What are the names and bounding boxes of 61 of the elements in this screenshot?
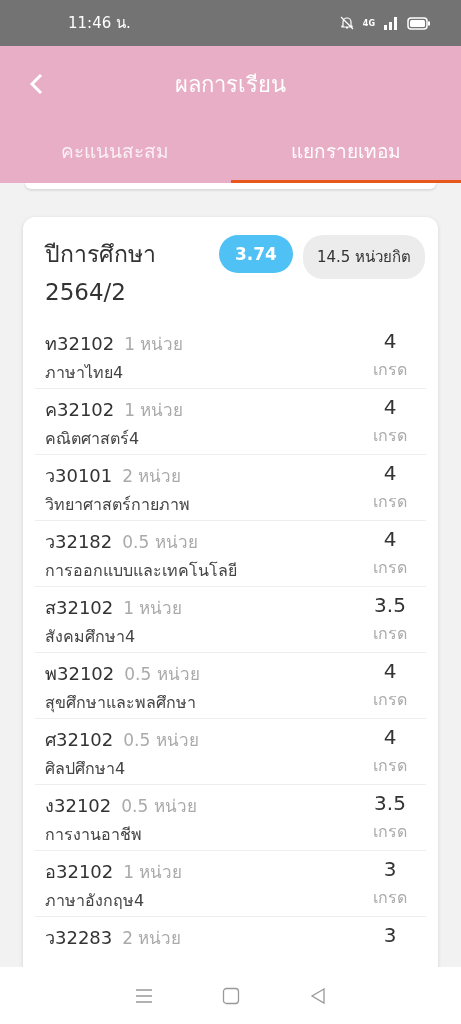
course-units: 0.5 หน่วย: [124, 663, 200, 686]
course-grade: 4: [383, 659, 397, 683]
course-name: สังคมศึกษา4: [45, 626, 137, 648]
course-code: ค32102: [45, 398, 115, 422]
grade-label: เกรด: [373, 425, 407, 447]
status-time: 11:46 น.: [68, 13, 131, 34]
course-units: 1 หน่วย: [123, 597, 183, 620]
course-units: 2 หน่วย: [122, 465, 182, 488]
course-grade: 4: [383, 395, 397, 419]
course-code: ว30101: [45, 464, 113, 488]
course-grade: 3.5: [374, 791, 406, 815]
grade-label: เกรด: [373, 887, 407, 909]
course-code: ท32102: [45, 332, 115, 356]
course-grade: 4: [383, 329, 397, 353]
course-code: พ32102: [45, 662, 115, 686]
grade-label: เกรด: [373, 359, 407, 381]
course-code: ว32283: [45, 926, 113, 950]
course-grade: 4: [383, 461, 397, 485]
back-triangle-icon[interactable]: [310, 986, 327, 1005]
course-name: คณิตศาสตร์4: [45, 428, 141, 450]
course-name: ศิลปศึกษา4: [45, 758, 127, 780]
semester-title: ปีการศึกษา 2564/2: [45, 240, 157, 307]
course-units: 2 หน่วย: [122, 927, 182, 950]
network-label: 4G: [362, 18, 375, 28]
course-units: 1 หน่วย: [124, 399, 184, 422]
course-grade: 3: [383, 857, 397, 881]
home-icon[interactable]: [222, 986, 241, 1005]
gpa-badge: 3.74: [219, 235, 293, 273]
course-grade: 3: [383, 923, 397, 947]
course-name: ภาษาไทย4: [45, 362, 125, 384]
course-units: 0.5 หน่วย: [123, 729, 199, 752]
course-name: วิทยาศาสตร์กายภาพ: [45, 494, 191, 516]
course-units: 0.5 หน่วย: [122, 531, 198, 554]
course-code: อ32102: [45, 860, 114, 884]
course-grade: 4: [383, 725, 397, 749]
credits-badge: 14.5 หน่วยกิต: [302, 235, 426, 279]
grade-label: เกรด: [373, 821, 407, 843]
battery-icon: [407, 16, 431, 30]
grade-label: เกรด: [373, 689, 407, 711]
course-code: ส32102: [45, 596, 114, 620]
course-name: สุขศึกษาและพลศึกษา: [45, 692, 197, 715]
course-code: ว32182: [45, 530, 113, 554]
menu-icon[interactable]: [134, 987, 153, 1004]
course-name: การออกแบบและเทคโนโลยี: [45, 560, 238, 582]
course-grade: 3.5: [374, 593, 406, 617]
course-units: 0.5 หน่วย: [121, 795, 197, 818]
grade-label: เกรด: [373, 755, 407, 777]
bell-off-icon: [338, 16, 355, 30]
signal-icon: [383, 16, 399, 30]
course-units: 1 หน่วย: [124, 333, 184, 356]
course-grade: 4: [383, 527, 397, 551]
page-title: ผลการเรียน: [175, 70, 286, 99]
course-units: 1 หน่วย: [123, 861, 183, 884]
grade-label: เกรด: [373, 623, 407, 645]
grade-label: เกรด: [373, 491, 407, 513]
course-name: การงานอาชีพ: [45, 824, 143, 846]
grade-label: เกรด: [373, 557, 407, 579]
course-code: ศ32102: [45, 728, 114, 752]
course-code: ง32102: [45, 794, 112, 818]
course-name: ภาษาอังกฤษ4: [45, 890, 146, 912]
tab[interactable]: คะแนนสะสม: [0, 122, 231, 183]
